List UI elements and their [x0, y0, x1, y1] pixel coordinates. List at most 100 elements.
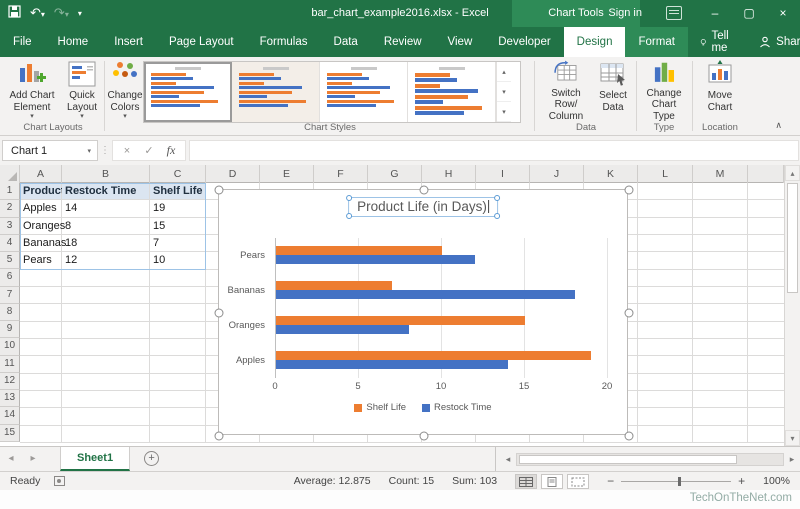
maximize-button[interactable]: ▢ [732, 0, 766, 27]
chart-selection-handle[interactable] [215, 186, 224, 195]
column-header-F[interactable]: F [314, 165, 368, 183]
cancel-icon[interactable]: × [117, 145, 137, 157]
column-header-G[interactable]: G [368, 165, 422, 183]
move-chart-button[interactable]: Move Chart [698, 60, 742, 122]
row-header-7[interactable]: 7 [0, 287, 20, 304]
tab-home[interactable]: Home [45, 27, 102, 57]
chart-style-thumb[interactable] [144, 62, 232, 122]
tab-review[interactable]: Review [371, 27, 435, 57]
cell-C4[interactable]: 7 [150, 235, 205, 251]
chart-selection-handle[interactable] [625, 309, 634, 318]
sign-in-button[interactable]: Sign in [608, 0, 642, 27]
vertical-scroll-thumb[interactable] [787, 183, 798, 293]
close-button[interactable]: × [766, 0, 800, 27]
cell-B1[interactable]: Restock Time [62, 183, 149, 199]
page-layout-view-button[interactable] [541, 474, 563, 489]
tab-file[interactable]: File [0, 27, 45, 57]
title-handle[interactable] [494, 195, 500, 201]
column-header-A[interactable]: A [20, 165, 62, 183]
chart-selection-handle[interactable] [215, 432, 224, 441]
chart-selection-handle[interactable] [420, 186, 429, 195]
enter-icon[interactable]: ✓ [139, 144, 159, 157]
cell-C3[interactable]: 15 [150, 218, 205, 234]
gallery-scroll-down-icon[interactable]: ▾ [497, 82, 511, 102]
normal-view-button[interactable] [515, 474, 537, 489]
row-header-3[interactable]: 3 [0, 218, 20, 235]
share-button[interactable]: Share [745, 27, 800, 57]
change-chart-type-button[interactable]: Change Chart Type [640, 60, 688, 122]
horizontal-scrollbar[interactable]: ◂ ▸ [500, 447, 800, 471]
cell-B2[interactable]: 14 [62, 200, 149, 216]
row-header-5[interactable]: 5 [0, 252, 20, 269]
column-header-L[interactable]: L [638, 165, 693, 183]
horizontal-scroll-thumb[interactable] [519, 455, 737, 464]
chart-style-thumb[interactable] [320, 62, 408, 122]
zoom-slider-thumb[interactable] [678, 477, 681, 486]
cell-B5[interactable]: 12 [62, 252, 149, 268]
add-chart-element-button[interactable]: Add Chart Element▾ [4, 60, 60, 122]
cell-A2[interactable]: Apples [20, 200, 61, 216]
cell-A5[interactable]: Pears [20, 252, 61, 268]
page-break-preview-button[interactable] [567, 474, 589, 489]
formula-bar-grip-icon[interactable]: ⋮ [98, 145, 112, 156]
tab-insert[interactable]: Insert [101, 27, 156, 57]
bar-shelf-life-bananas[interactable] [276, 281, 392, 290]
column-header-I[interactable]: I [476, 165, 530, 183]
column-header-C[interactable]: C [150, 165, 206, 183]
scroll-up-icon[interactable]: ▴ [785, 165, 800, 181]
tab-developer[interactable]: Developer [485, 27, 563, 57]
gallery-scroll-up-icon[interactable]: ▴ [497, 62, 511, 82]
bar-restock-time-apples[interactable] [276, 360, 508, 369]
cell-C5[interactable]: 10 [150, 252, 205, 268]
cell-B4[interactable]: 18 [62, 235, 149, 251]
row-header-8[interactable]: 8 [0, 304, 20, 321]
minimize-button[interactable]: – [698, 0, 732, 27]
ribbon-display-options-icon[interactable] [666, 6, 682, 20]
macro-record-icon[interactable] [54, 476, 65, 486]
tab-formulas[interactable]: Formulas [247, 27, 321, 57]
new-sheet-icon[interactable]: + [144, 451, 159, 466]
sheet-tab-sheet1[interactable]: Sheet1 [60, 447, 130, 471]
zoom-level[interactable]: 100% [763, 475, 790, 487]
row-header-11[interactable]: 11 [0, 356, 20, 373]
change-colors-button[interactable]: Change Colors▾ [107, 60, 143, 122]
cell-A1[interactable]: Product [20, 183, 61, 199]
row-header-2[interactable]: 2 [0, 200, 20, 217]
quick-layout-button[interactable]: Quick Layout▾ [62, 60, 102, 122]
chart-object[interactable]: Product Life (in Days) PearsBananasOrang… [218, 189, 628, 435]
cell-C2[interactable]: 19 [150, 200, 205, 216]
cell-B3[interactable]: 8 [62, 218, 149, 234]
chart-style-thumb[interactable] [232, 62, 320, 122]
row-header-14[interactable]: 14 [0, 407, 20, 424]
bar-restock-time-bananas[interactable] [276, 290, 575, 299]
name-box-dropdown-icon[interactable]: ▾ [87, 147, 91, 155]
tab-design[interactable]: Design [564, 27, 626, 57]
formula-input[interactable] [189, 140, 799, 161]
scroll-down-icon[interactable]: ▾ [785, 430, 800, 446]
select-all-corner[interactable] [0, 165, 20, 183]
row-header-13[interactable]: 13 [0, 390, 20, 407]
tab-view[interactable]: View [435, 27, 486, 57]
chart-selection-handle[interactable] [215, 309, 224, 318]
row-header-4[interactable]: 4 [0, 235, 20, 252]
scroll-left-icon[interactable]: ◂ [500, 454, 516, 465]
bar-restock-time-oranges[interactable] [276, 325, 409, 334]
switch-row-column-button[interactable]: Switch Row/ Column [540, 60, 592, 122]
column-header-D[interactable]: D [206, 165, 260, 183]
insert-function-icon[interactable]: fx [161, 143, 181, 158]
row-header-15[interactable]: 15 [0, 425, 20, 442]
column-header-K[interactable]: K [584, 165, 638, 183]
tab-format[interactable]: Format [625, 27, 687, 57]
chart-selection-handle[interactable] [420, 432, 429, 441]
scroll-right-icon[interactable]: ▸ [784, 454, 800, 465]
row-header-9[interactable]: 9 [0, 321, 20, 338]
column-header-H[interactable]: H [422, 165, 476, 183]
title-handle[interactable] [494, 213, 500, 219]
bar-shelf-life-apples[interactable] [276, 351, 591, 360]
tell-me-button[interactable]: Tell me [688, 27, 745, 57]
cell-A4[interactable]: Bananas [20, 235, 61, 251]
title-handle[interactable] [346, 195, 352, 201]
bar-shelf-life-oranges[interactable] [276, 316, 525, 325]
row-header-12[interactable]: 12 [0, 373, 20, 390]
title-handle[interactable] [346, 213, 352, 219]
